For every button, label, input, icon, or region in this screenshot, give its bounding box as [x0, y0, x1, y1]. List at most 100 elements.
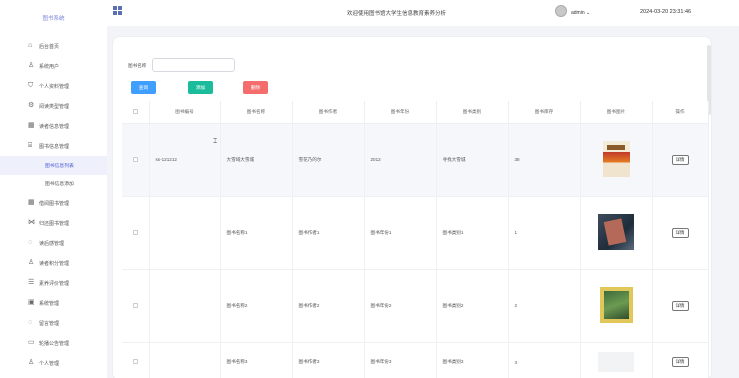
add-button[interactable]: 添加 [188, 81, 213, 94]
user-icon: ♙ [28, 62, 35, 69]
book-list-card: 图书名称 查询 添加 删除 图书编号 图书名称 图书作者 图书年份 图书类别 图… [112, 36, 712, 378]
row-checkbox[interactable] [122, 123, 150, 197]
sidebar-item-label: 个人管理 [39, 360, 60, 367]
sidebar-item-label: 后台首页 [39, 43, 60, 50]
list-icon: ☰ [28, 279, 35, 286]
sidebar-item[interactable]: ⚙ 阅读类型管理 [0, 96, 107, 116]
cell-action: 详情 [652, 269, 709, 343]
cell-name: 大雪域大雪城 [220, 123, 293, 197]
sidebar-item[interactable]: 图书信息添加 [0, 175, 107, 194]
cell-name: 图书名称1 [220, 196, 293, 270]
chevron-down-icon: ⌄ [584, 10, 591, 16]
cell-id [149, 196, 221, 270]
sidebar-item-label: 留言管理 [39, 320, 60, 327]
column-header[interactable]: 图书类别 [436, 101, 509, 124]
top-bar: 欢迎使用图书馆大学生信息教育素养分析 admin ⌄ 2024-03-20 23… [107, 0, 739, 26]
sidebar-item-label: 图书信息管理 [39, 143, 70, 150]
row-checkbox[interactable] [122, 269, 150, 343]
cell-author: 图书作者3 [292, 342, 365, 378]
sidebar-item[interactable]: ☰ 素养评价管理 [0, 273, 107, 293]
cell-stock: 3 [508, 342, 581, 378]
sidebar-item[interactable]: ◌ 读后感管理 [0, 233, 107, 253]
sidebar-item[interactable]: ◌ 留言管理 [0, 313, 107, 333]
detail-button[interactable]: 详情 [671, 300, 689, 311]
cell-year: 图书年份1 [364, 196, 437, 270]
sidebar-item-label: 轮播公告管理 [39, 340, 70, 347]
row-checkbox[interactable] [122, 196, 150, 270]
avatar[interactable] [555, 5, 567, 17]
table-row[interactable]: 图书名称2 图书作者2 图书年份2 图书类别2 2 详情 [122, 269, 709, 343]
column-header[interactable]: 图书名称 [220, 101, 293, 124]
sidebar-item[interactable]: ▦ 借阅图书管理 [0, 193, 107, 213]
chat-icon: ◌ [28, 239, 33, 246]
cell-id [149, 269, 221, 343]
sidebar-item[interactable]: ♙ 个人管理 [0, 353, 107, 373]
select-all-checkbox[interactable] [122, 101, 150, 124]
cell-cover [580, 342, 653, 378]
menu-toggle-icon[interactable] [113, 6, 122, 15]
cell-year: 2012 [364, 123, 437, 197]
cell-category: 图书类别2 [436, 269, 509, 343]
delete-button[interactable]: 删除 [243, 81, 268, 94]
sidebar-item[interactable]: ♙ 系统用户 [0, 56, 107, 76]
sidebar-item-label: 读后感管理 [39, 240, 65, 247]
cell-action: 详情 [652, 196, 709, 270]
sidebar-item[interactable]: ▦ 读者信息管理 [0, 116, 107, 136]
user-name: admin [571, 10, 585, 16]
home-icon: ⌂ [28, 42, 33, 49]
sidebar-item[interactable]: ⋈ 归还图书管理 [0, 213, 107, 233]
cell-stock: 38 [508, 123, 581, 197]
brand-title: 图书系统 [42, 16, 65, 22]
cell-year: 图书年份2 [364, 269, 437, 343]
sidebar-menu: ⌂ 后台首页 ♙ 系统用户 ⛉ 个人资料管理 ⚙ 阅读类型管理 ▦ 读者信息管理 ⌸ 图书信息管理 图书… [0, 36, 107, 373]
cell-category: 寻找大雪城 [436, 123, 509, 197]
column-header[interactable]: 图书年份 [364, 101, 437, 124]
detail-button[interactable]: 详情 [671, 227, 689, 238]
grid-icon: ▦ [28, 122, 35, 129]
column-header[interactable]: 图书作者 [292, 101, 365, 124]
column-header[interactable]: 图书库存 [508, 101, 581, 124]
sidebar: 图书系统 ⌂ 后台首页 ♙ 系统用户 ⛉ 个人资料管理 ⚙ 阅读类型管理 ▦ 读者信息管理 ⌸ 图书信… [0, 0, 107, 378]
table-row[interactable]: 图书名称3 图书作者3 图书年份3 图书类别3 3 详情 [122, 342, 709, 378]
cell-name: 图书名称2 [220, 269, 293, 343]
column-header[interactable]: 操作 [652, 101, 709, 124]
detail-button[interactable]: 详情 [671, 357, 689, 367]
chat-icon: ◌ [28, 319, 33, 326]
column-header[interactable]: 图书编号 [149, 101, 221, 124]
table-row[interactable]: 图书名称1 图书作者1 图书年份1 图书类别1 1 详情 [122, 196, 709, 270]
share-icon: ⋈ [28, 219, 35, 226]
cell-category: 图书类别1 [436, 196, 509, 270]
sidebar-item-label: 读者信息管理 [39, 123, 70, 130]
sidebar-item-label: 读者积分管理 [39, 260, 70, 267]
cell-category: 图书类别3 [436, 342, 509, 378]
column-header[interactable]: 图书图片 [580, 101, 653, 124]
grid-icon: ▦ [28, 199, 35, 206]
cell-author: 雪花乃的尔 [292, 123, 365, 197]
sidebar-item[interactable]: ⛉ 个人资料管理 [0, 76, 107, 96]
book-cover-image [602, 141, 630, 177]
sidebar-item[interactable]: ♙ 读者积分管理 [0, 253, 107, 273]
image-icon: ▣ [28, 299, 35, 306]
app-root: 图书系统 ⌂ 后台首页 ♙ 系统用户 ⛉ 个人资料管理 ⚙ 阅读类型管理 ▦ 读者信息管理 ⌸ 图书信… [0, 0, 739, 378]
sidebar-item-label: 借阅图书管理 [39, 200, 70, 207]
search-input[interactable] [152, 58, 235, 72]
main-content: 图书名称 查询 添加 删除 图书编号 图书名称 图书作者 图书年份 图书类别 图… [107, 26, 739, 378]
sidebar-item[interactable]: 图书信息列表 [0, 156, 107, 175]
user-menu[interactable]: admin ⌄ [571, 10, 590, 16]
sidebar-item[interactable]: ⌸ 图书信息管理 [0, 136, 107, 156]
sidebar-item[interactable]: ▣ 系统管理 [0, 293, 107, 313]
row-checkbox[interactable] [122, 342, 150, 378]
sidebar-item-label: 系统用户 [39, 63, 60, 70]
table-row[interactable]: ss-121212 大雪域大雪城 雪花乃的尔 2012 寻找大雪城 38 详情 [122, 123, 709, 197]
cell-cover [580, 269, 653, 343]
sidebar-item[interactable]: ⌂ 后台首页 [0, 36, 107, 56]
query-button[interactable]: 查询 [131, 81, 156, 94]
book-cover-image [598, 214, 634, 250]
cell-author: 图书作者1 [292, 196, 365, 270]
detail-button[interactable]: 详情 [671, 154, 689, 165]
cell-cover [580, 123, 653, 197]
sidebar-item[interactable]: ▭ 轮播公告管理 [0, 333, 107, 353]
cell-stock: 1 [508, 196, 581, 270]
search-label: 图书名称 [128, 63, 147, 68]
cell-action: 详情 [652, 342, 709, 378]
